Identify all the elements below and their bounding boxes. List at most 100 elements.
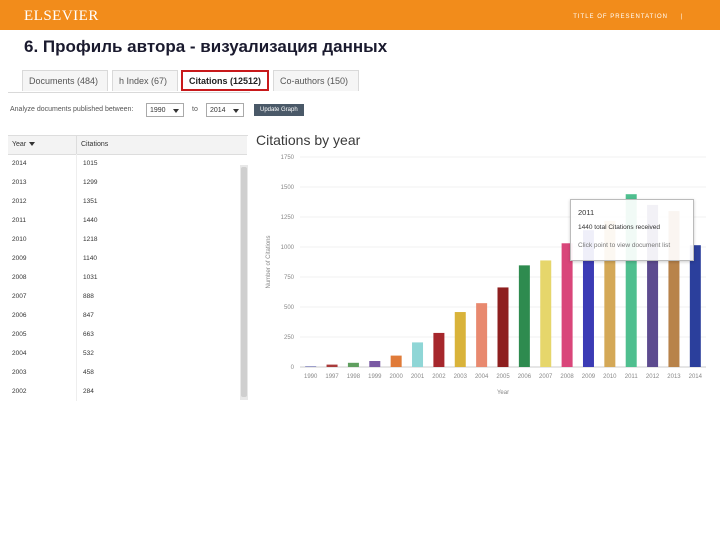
citations-cell: 1351 [83,198,98,205]
x-tick-label: 2002 [432,374,446,380]
bar-1997[interactable] [326,364,338,367]
chart-tooltip: 2011 1440 total Citations received Click… [570,199,694,261]
citations-cell: 1031 [83,274,98,281]
citations-cell: 888 [83,293,94,300]
citations-cell: 1140 [83,255,97,262]
table-scrollbar[interactable] [240,165,248,400]
bar-2001[interactable] [412,342,424,367]
bar-2004[interactable] [476,303,488,367]
bar-2008[interactable] [561,243,573,367]
table-row[interactable]: 2008 1031 [8,270,240,289]
chart-title: Citations by year [256,132,361,148]
bar-1998[interactable] [347,362,359,367]
bar-2000[interactable] [390,355,402,367]
to-year-select[interactable]: 2014 [206,103,244,117]
year-cell: 2003 [12,369,27,376]
citations-bar-chart: 0 250 500 750 1000 1250 1500 1750 Number of Cita… [266,155,706,396]
x-tick-label: 1997 [325,374,339,380]
table-row[interactable]: 2014 1015 [8,156,240,175]
y-axis-label: Number of Citations [266,235,272,288]
update-graph-button[interactable]: Update Graph [254,104,304,116]
year-cell: 2004 [12,350,27,357]
chevron-down-icon [173,109,179,113]
bar-1990[interactable] [305,366,317,367]
scrollbar-thumb[interactable] [241,167,247,397]
year-cell: 2007 [12,293,27,300]
year-cell: 2009 [12,255,27,262]
x-tick-label: 2014 [689,374,703,380]
x-tick-label: 2004 [475,374,489,380]
year-cell: 2012 [12,198,27,205]
bar-2005[interactable] [497,287,509,367]
tooltip-hint: Click point to view document list [578,242,671,249]
citations-cell: 284 [83,388,94,395]
tab-co-authors[interactable]: Co-authors (150) [273,70,359,91]
top-banner: ELSEVIER TITLE OF PRESENTATION | [0,0,720,30]
x-tick-label: 2003 [454,374,468,380]
x-tick-label: 2005 [496,374,510,380]
from-year-select[interactable]: 1990 [146,103,184,117]
year-column-header[interactable]: Year [8,136,77,155]
tab-documents[interactable]: Documents (484) [22,70,108,91]
y-tick-label: 0 [291,365,295,371]
table-row[interactable]: 2011 1440 [8,213,240,232]
x-tick-label: 2001 [411,374,425,380]
citations-cell: 847 [83,312,94,319]
year-cell: 2002 [12,388,27,395]
y-tick-label: 1250 [281,215,295,221]
bar-2007[interactable] [540,260,552,367]
bar-1999[interactable] [369,361,381,367]
table-row[interactable]: 2013 1299 [8,175,240,194]
citations-table: Year Citations 2014 1015 2013 1299 2012 1351 2… [8,135,248,401]
year-cell: 2010 [12,236,27,243]
x-tick-label: 2010 [603,374,617,380]
bar-2002[interactable] [433,332,445,367]
year-cell: 2014 [12,160,27,167]
table-row[interactable]: 2003 458 [8,365,240,384]
x-tick-label: 1998 [347,374,361,380]
presentation-title: TITLE OF PRESENTATION [573,14,668,20]
table-row[interactable]: 2007 888 [8,289,240,308]
y-tick-label: 750 [284,275,295,281]
table-row[interactable]: 2006 847 [8,308,240,327]
y-tick-label: 1750 [281,155,295,161]
sort-down-icon[interactable] [29,142,36,147]
x-tick-label: 2006 [518,374,532,380]
table-row[interactable]: 2004 532 [8,346,240,365]
page-marker: | [680,14,682,20]
table-row[interactable]: 2002 284 [8,384,240,403]
table-row[interactable]: 2010 1218 [8,232,240,251]
bar-2006[interactable] [518,265,530,367]
y-tick-label: 250 [284,335,295,341]
x-tick-label: 1999 [368,374,382,380]
table-row[interactable]: 2012 1351 [8,194,240,213]
elsevier-logo: ELSEVIER [24,8,99,24]
bar-2014[interactable] [689,245,701,367]
citations-cell: 1218 [83,236,98,243]
citations-cell: 663 [83,331,94,338]
citations-cell: 1015 [83,160,98,167]
year-cell: 2013 [12,179,27,186]
to-label: to [192,106,198,113]
to-year-value: 2014 [210,107,226,114]
slide-title: 6. Профиль автора - визуализация данных [24,37,388,56]
x-tick-label: 1990 [304,374,318,380]
x-tick-label: 2009 [582,374,596,380]
y-tick-label: 1000 [281,245,295,251]
x-tick-label: 2011 [625,374,639,380]
table-row[interactable]: 2005 663 [8,327,240,346]
tab-citations[interactable]: Citations (12512) [181,70,269,91]
x-tick-label: 2007 [539,374,553,380]
citations-cell: 1299 [83,179,98,186]
bar-2003[interactable] [454,312,466,367]
year-cell: 2011 [12,217,26,224]
citations-cell: 532 [83,350,94,357]
table-row[interactable]: 2009 1140 [8,251,240,270]
citations-column-header[interactable]: Citations [77,136,247,155]
y-tick-label: 500 [284,305,295,311]
citations-header-label: Citations [81,141,109,148]
chevron-down-icon [233,109,239,113]
year-cell: 2008 [12,274,27,281]
tab-h-index[interactable]: h Index (67) [112,70,178,91]
x-tick-label: 2000 [389,374,403,380]
